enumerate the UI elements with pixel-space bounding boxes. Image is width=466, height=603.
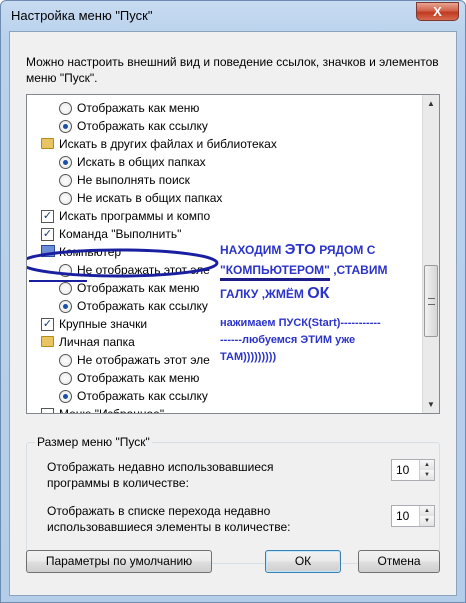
annotation-text: РЯДОМ С: [315, 243, 376, 257]
annotation-text: ,СТАВИМ: [329, 263, 388, 277]
annotation-line-3: ГАЛКУ ,ЖМЁМ ОК: [220, 285, 329, 303]
radio-unchecked-icon[interactable]: [59, 102, 72, 115]
intro-text: Можно настроить внешний вид и поведение …: [26, 55, 439, 85]
dialog-window: Настройка меню "Пуск" X Можно настроить …: [0, 0, 466, 603]
spin-down-icon[interactable]: ▼: [420, 470, 434, 480]
annotation-text: ТАМ))))))))): [220, 351, 277, 363]
radio-checked-icon[interactable]: [59, 120, 72, 133]
radio-unchecked-icon[interactable]: [59, 174, 72, 187]
grip-icon: [428, 298, 435, 305]
spinner-buttons: ▲ ▼: [419, 506, 434, 526]
settings-list[interactable]: Отображать как меню Отображать как ссылку…: [26, 94, 440, 414]
list-item-label: Отображать как меню: [77, 371, 200, 385]
annotation-paragraph: нажимаем ПУСК(Start)----------- ------лю…: [220, 315, 381, 366]
list-item-label: Меню "Избранное": [59, 407, 165, 414]
dialog-client: Можно настроить внешний вид и поведение …: [9, 31, 457, 596]
annotation-text: ЭТО: [284, 241, 316, 258]
annotation-text: НАХОДИМ: [220, 243, 285, 257]
ok-button[interactable]: ОК: [265, 550, 341, 573]
list-item-label: Отображать как ссылку: [77, 119, 208, 133]
window-title: Настройка меню "Пуск": [11, 8, 153, 23]
recent-programs-label: Отображать недавно использовавшиеся прог…: [47, 459, 274, 491]
recent-items-label: Отображать в списке перехода недавно исп…: [47, 503, 290, 535]
scroll-down-arrow-icon[interactable]: ▼: [423, 396, 439, 413]
spinner-buttons: ▲ ▼: [419, 460, 434, 480]
annotation-line-1: НАХОДИМ ЭТО РЯДОМ С: [220, 241, 375, 258]
computer-icon: [41, 245, 55, 257]
annotation-text: ------любуемся ЭТИМ уже: [220, 334, 356, 346]
vertical-scrollbar[interactable]: ▲ ▼: [422, 95, 439, 413]
list-item-label: Отображать как ссылку: [77, 299, 208, 313]
list-item-label: Искать в общих папках: [77, 155, 206, 169]
radio-checked-icon[interactable]: [59, 300, 72, 313]
recent-programs-spinner[interactable]: 10 ▲ ▼: [391, 459, 435, 481]
list-item-label: Компьютер: [59, 245, 122, 259]
recent-programs-value[interactable]: 10: [396, 463, 409, 477]
label-line: использовавшиеся элементы в количестве:: [47, 520, 291, 534]
spin-up-icon[interactable]: ▲: [420, 506, 434, 516]
radio-checked-icon[interactable]: [59, 156, 72, 169]
annotation-line-2: "КОМПЬЮТЕРОМ" ,СТАВИМ: [220, 263, 388, 281]
list-item-label: Отображать как меню: [77, 281, 200, 295]
checkbox-checked-icon[interactable]: ✓: [41, 318, 54, 331]
scroll-thumb[interactable]: [424, 265, 438, 337]
label-line: Отображать в списке перехода недавно: [47, 504, 271, 518]
list-item-label: Отображать как меню: [77, 101, 200, 115]
folder-icon: [41, 138, 54, 149]
scroll-up-arrow-icon[interactable]: ▲: [423, 95, 439, 112]
list-item-label: Не искать в общих папках: [77, 191, 223, 205]
radio-unchecked-icon[interactable]: [59, 372, 72, 385]
list-item-label: Крупные значки: [59, 317, 148, 331]
list-item-label: Искать в других файлах и библиотеках: [59, 137, 277, 151]
list-item-label: Отображать как ссылку: [77, 389, 208, 403]
close-icon: X: [433, 4, 442, 19]
annotation-text: ОК: [307, 285, 330, 302]
title-bar[interactable]: Настройка меню "Пуск" X: [1, 1, 465, 31]
list-item-label: Команда "Выполнить": [59, 227, 182, 241]
folder-icon: [41, 336, 54, 347]
checkbox-checked-icon[interactable]: ✓: [41, 228, 54, 241]
spin-down-icon[interactable]: ▼: [420, 516, 434, 526]
recent-items-spinner[interactable]: 10 ▲ ▼: [391, 505, 435, 527]
list-item-label: Искать программы и компо: [59, 209, 211, 223]
checkbox-unchecked-icon[interactable]: [41, 408, 54, 413]
radio-unchecked-icon[interactable]: [59, 354, 72, 367]
list-item-label: Не выполнять поиск: [77, 173, 190, 187]
label-line: программы в количестве:: [47, 476, 189, 490]
list-item-label: Не отображать этот эле: [77, 353, 210, 367]
radio-unchecked-icon[interactable]: [59, 264, 72, 277]
annotation-underlined-text: "КОМПЬЮТЕРОМ": [220, 263, 330, 281]
list-item-label: Личная папка: [59, 335, 135, 349]
radio-checked-icon[interactable]: [59, 390, 72, 403]
close-button[interactable]: X: [416, 2, 459, 21]
recent-items-value[interactable]: 10: [396, 509, 409, 523]
list-item-label: Не отображать этот эле: [77, 263, 210, 277]
spin-up-icon[interactable]: ▲: [420, 460, 434, 470]
annotation-text: нажимаем ПУСК(Start)-----------: [220, 317, 381, 329]
checkbox-checked-icon[interactable]: ✓: [41, 210, 54, 223]
restore-defaults-button[interactable]: Параметры по умолчанию: [26, 550, 212, 573]
start-menu-size-group: Размер меню "Пуск" Отображать недавно ис…: [26, 435, 440, 564]
cancel-button[interactable]: Отмена: [358, 550, 440, 573]
label-line: Отображать недавно использовавшиеся: [47, 460, 274, 474]
group-label: Размер меню "Пуск": [35, 435, 152, 449]
annotation-text: ГАЛКУ ,ЖМЁМ: [220, 287, 308, 301]
radio-unchecked-icon[interactable]: [59, 282, 72, 295]
radio-unchecked-icon[interactable]: [59, 192, 72, 205]
